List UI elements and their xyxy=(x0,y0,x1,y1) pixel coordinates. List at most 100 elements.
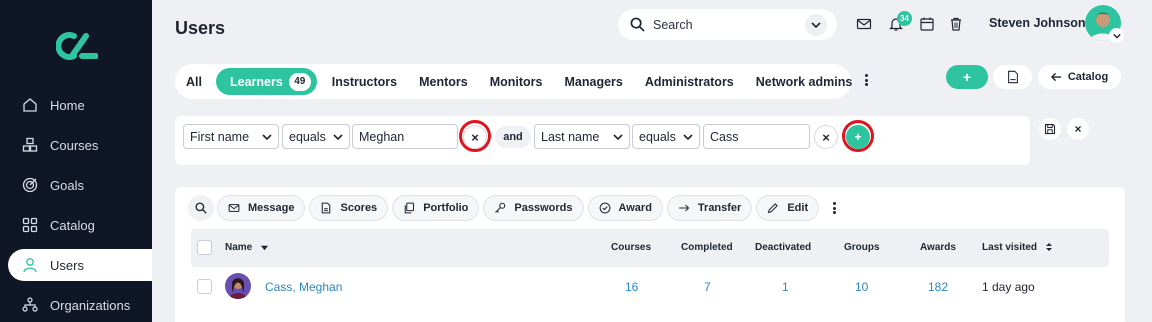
tab-network-admins[interactable]: Network admins xyxy=(756,75,853,89)
message-button[interactable]: Message xyxy=(217,195,306,221)
sidebar-item-label: Catalog xyxy=(50,217,95,233)
catalog-button-label: Catalog xyxy=(1067,71,1109,83)
save-filter-button[interactable] xyxy=(1039,118,1061,140)
chevron-down-icon[interactable] xyxy=(805,13,827,36)
calendar-icon[interactable] xyxy=(919,16,935,32)
column-header-deactivated[interactable]: Deactivated xyxy=(755,242,811,253)
chevron-down-icon xyxy=(613,134,623,141)
sidebar-item-organizations[interactable]: Organizations xyxy=(8,289,152,321)
search-icon xyxy=(195,202,207,214)
sidebar-item-home[interactable]: Home xyxy=(8,89,152,121)
chevron-down-icon xyxy=(683,134,693,141)
mail-icon[interactable] xyxy=(856,16,872,32)
tab-all[interactable]: All xyxy=(186,75,202,89)
award-button[interactable]: Award xyxy=(587,195,663,221)
column-header-completed[interactable]: Completed xyxy=(681,242,733,253)
select-value: First name xyxy=(190,129,250,144)
count-badge: 49 xyxy=(288,72,311,91)
pencil-icon xyxy=(768,203,779,214)
sidebar-item-label: Goals xyxy=(50,177,84,193)
column-header-groups[interactable]: Groups xyxy=(844,242,880,253)
action-label: Transfer xyxy=(697,202,742,214)
scores-button[interactable]: Scores xyxy=(309,195,389,221)
user-name[interactable]: Steven Johnson xyxy=(989,16,1086,30)
tab-mentors[interactable]: Mentors xyxy=(419,75,468,89)
passwords-button[interactable]: Passwords xyxy=(483,195,584,221)
filter-field-select-1[interactable]: First name xyxy=(183,124,279,149)
action-label: Passwords xyxy=(514,202,573,214)
deactivated-value[interactable]: 1 xyxy=(782,280,789,294)
action-label: Award xyxy=(618,202,652,214)
select-value: Last name xyxy=(541,129,600,144)
courses-value[interactable]: 16 xyxy=(625,280,638,294)
remove-condition-button[interactable]: × xyxy=(814,125,838,149)
column-label: Name xyxy=(225,242,253,253)
select-value: equals xyxy=(289,129,326,144)
target-icon xyxy=(22,177,38,193)
sort-icon xyxy=(1045,243,1052,252)
completed-value[interactable]: 7 xyxy=(704,280,711,294)
filter-operator-select-1[interactable]: equals xyxy=(282,124,350,149)
transfer-button[interactable]: Transfer xyxy=(666,195,753,221)
arrow-left-icon xyxy=(1050,72,1061,82)
tab-learners[interactable]: Learners 49 xyxy=(215,68,317,95)
save-icon xyxy=(1044,123,1056,135)
sidebar-item-catalog[interactable]: Catalog xyxy=(8,209,152,241)
trash-icon[interactable] xyxy=(948,16,964,32)
tab-instructors[interactable]: Instructors xyxy=(332,75,397,89)
action-label: Portfolio xyxy=(423,202,469,214)
notification-badge: 34 xyxy=(897,11,912,26)
column-header-courses[interactable]: Courses xyxy=(611,242,651,253)
user-icon xyxy=(22,257,38,273)
logo-icon xyxy=(56,32,98,60)
search-input[interactable]: Search xyxy=(653,18,805,32)
mail-icon xyxy=(228,204,240,212)
table-row[interactable]: Cass, Meghan 16 7 1 10 182 1 day ago xyxy=(191,267,1109,307)
sidebar-item-label: Courses xyxy=(50,137,99,153)
chevron-down-icon[interactable] xyxy=(1109,28,1124,43)
more-options-icon[interactable] xyxy=(860,72,872,88)
add-user-button[interactable]: + xyxy=(946,65,988,89)
tab-monitors[interactable]: Monitors xyxy=(490,75,543,89)
tab-managers[interactable]: Managers xyxy=(565,75,623,89)
filter-operator-select-2[interactable]: equals xyxy=(632,124,700,149)
conjunction-label: and xyxy=(495,126,531,148)
users-table-card: Message Scores Portfolio Passwords Award… xyxy=(175,187,1125,322)
select-value: equals xyxy=(639,129,676,144)
portfolio-button[interactable]: Portfolio xyxy=(392,195,480,221)
search-icon xyxy=(630,17,645,32)
org-icon xyxy=(22,297,38,313)
export-button[interactable] xyxy=(993,65,1032,89)
last-visited-value: 1 day ago xyxy=(982,280,1035,294)
select-all-checkbox[interactable] xyxy=(197,240,212,255)
column-header-name[interactable]: Name xyxy=(225,242,269,253)
sidebar-item-courses[interactable]: Courses xyxy=(8,129,152,161)
sidebar-item-users[interactable]: Users xyxy=(8,249,152,281)
filter-value-input-1[interactable]: Meghan xyxy=(352,124,458,149)
user-name-link[interactable]: Cass, Meghan xyxy=(265,280,342,294)
filter-value-input-2[interactable]: Cass xyxy=(703,124,810,149)
edit-button[interactable]: Edit xyxy=(756,195,820,221)
chevron-down-icon xyxy=(262,134,272,141)
column-header-last-visited[interactable]: Last visited xyxy=(982,242,1053,253)
row-checkbox[interactable] xyxy=(197,279,212,294)
filter-field-select-2[interactable]: Last name xyxy=(534,124,630,149)
awards-value[interactable]: 182 xyxy=(928,280,948,294)
close-filter-button[interactable]: × xyxy=(1067,118,1089,140)
check-circle-icon xyxy=(599,202,610,214)
column-header-awards[interactable]: Awards xyxy=(920,242,956,253)
highlight-ring xyxy=(459,120,491,152)
catalog-button[interactable]: Catalog xyxy=(1038,65,1121,89)
more-actions-icon[interactable] xyxy=(829,201,839,215)
sidebar-item-goals[interactable]: Goals xyxy=(8,169,152,201)
export-file-icon xyxy=(1007,70,1018,84)
page-title: Users xyxy=(175,18,226,38)
key-icon xyxy=(495,202,506,213)
avatar xyxy=(225,273,251,299)
search-bar[interactable]: Search xyxy=(618,9,837,40)
table-search-button[interactable] xyxy=(188,195,214,221)
groups-value[interactable]: 10 xyxy=(855,280,868,294)
chevron-down-icon xyxy=(333,134,343,141)
tab-administrators[interactable]: Administrators xyxy=(645,75,734,89)
highlight-ring xyxy=(842,120,874,152)
